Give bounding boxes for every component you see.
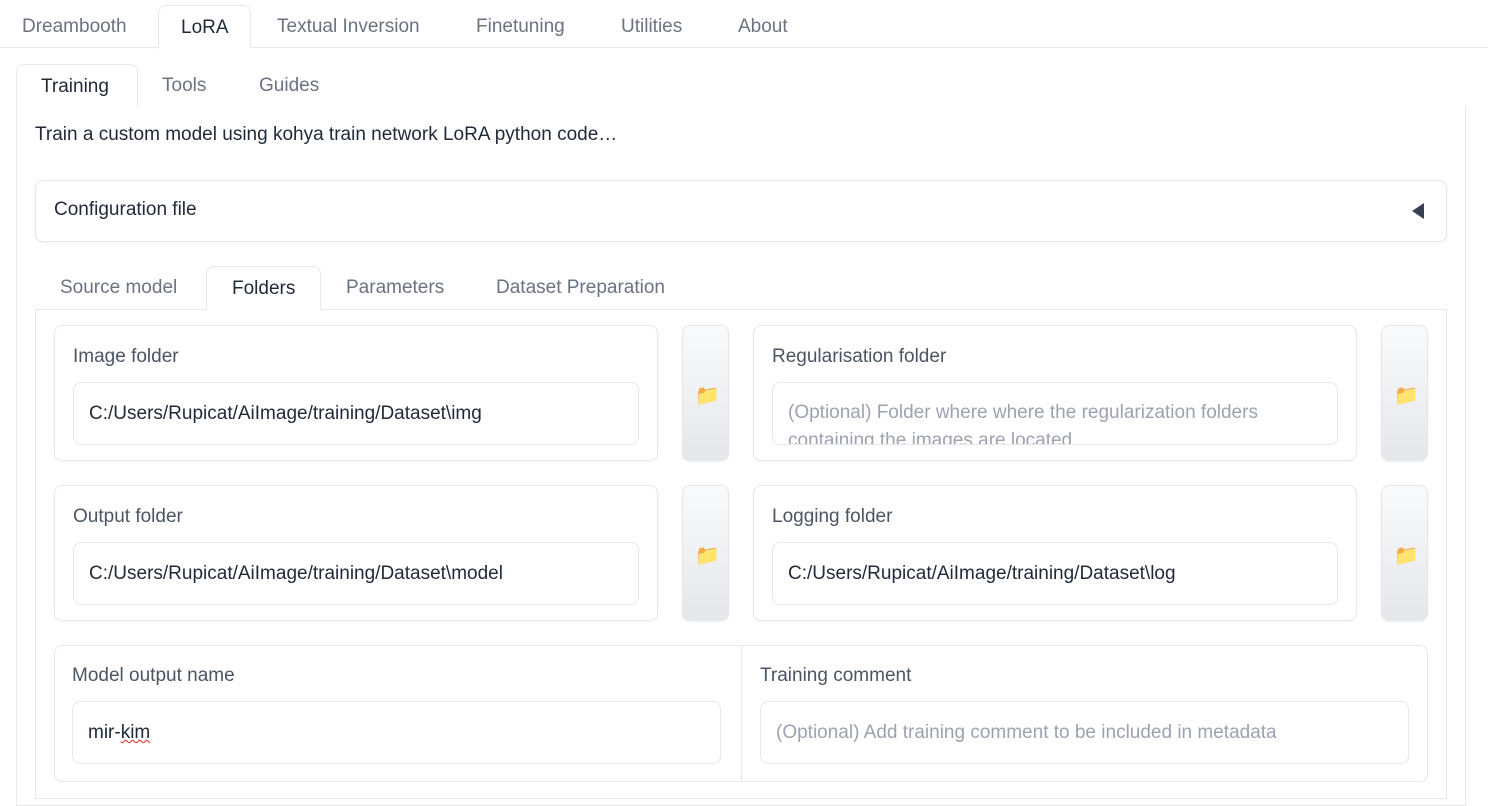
- reg-folder-block: Regularisation folder (Optional) Folder …: [753, 325, 1357, 461]
- model-output-name-label: Model output name: [72, 665, 235, 686]
- tab-parameters[interactable]: Parameters: [321, 266, 469, 310]
- main-tab-bar: Dreambooth LoRA Textual Inversion Finetu…: [0, 0, 1488, 49]
- training-comment-block: Training comment (Optional) Add training…: [742, 645, 1428, 782]
- folder-icon: 📁: [1394, 385, 1419, 407]
- training-description: Train a custom model using kohya train n…: [35, 124, 618, 145]
- logging-folder-browse-button[interactable]: 📁: [1381, 485, 1428, 621]
- folder-icon: 📁: [695, 385, 720, 407]
- folder-icon: 📁: [695, 545, 720, 567]
- subtab-tools[interactable]: Tools: [138, 64, 230, 107]
- configuration-file-accordion[interactable]: Configuration file: [35, 180, 1447, 242]
- training-comment-input[interactable]: (Optional) Add training comment to be in…: [760, 701, 1409, 764]
- training-comment-label: Training comment: [760, 665, 912, 686]
- model-output-name-block: Model output name mir-kim: [54, 645, 741, 782]
- image-folder-label: Image folder: [73, 346, 179, 367]
- tab-about[interactable]: About: [716, 5, 810, 48]
- output-folder-browse-button[interactable]: 📁: [682, 485, 729, 621]
- tab-dreambooth[interactable]: Dreambooth: [0, 5, 149, 48]
- caret-left-icon: [1412, 203, 1424, 219]
- output-folder-block: Output folder C:/Users/Rupicat/AiImage/t…: [54, 485, 658, 621]
- output-folder-label: Output folder: [73, 506, 183, 527]
- tab-folders[interactable]: Folders: [206, 266, 321, 310]
- tab-dataset-preparation[interactable]: Dataset Preparation: [471, 266, 690, 310]
- image-folder-input[interactable]: C:/Users/Rupicat/AiImage/training/Datase…: [73, 382, 639, 445]
- tab-textual-inversion[interactable]: Textual Inversion: [255, 5, 442, 48]
- model-output-name-input[interactable]: mir-kim: [72, 701, 721, 764]
- tab-utilities[interactable]: Utilities: [599, 5, 704, 48]
- logging-folder-label: Logging folder: [772, 506, 893, 527]
- image-folder-browse-button[interactable]: 📁: [682, 325, 729, 461]
- model-output-name-prefix: mir-: [88, 722, 121, 743]
- tab-source-model[interactable]: Source model: [35, 266, 202, 310]
- tab-finetuning[interactable]: Finetuning: [454, 5, 587, 48]
- accordion-label: Configuration file: [54, 199, 197, 220]
- reg-folder-label: Regularisation folder: [772, 346, 947, 367]
- logging-folder-input[interactable]: C:/Users/Rupicat/AiImage/training/Datase…: [772, 542, 1338, 605]
- model-output-name-misspelled: kim: [120, 722, 151, 743]
- reg-folder-browse-button[interactable]: 📁: [1381, 325, 1428, 461]
- image-folder-block: Image folder C:/Users/Rupicat/AiImage/tr…: [54, 325, 658, 461]
- subtab-guides[interactable]: Guides: [235, 64, 343, 107]
- logging-folder-block: Logging folder C:/Users/Rupicat/AiImage/…: [753, 485, 1357, 621]
- reg-folder-input[interactable]: (Optional) Folder where where the regula…: [772, 382, 1338, 445]
- folder-icon: 📁: [1394, 545, 1419, 567]
- subtab-training[interactable]: Training: [16, 64, 138, 108]
- tab-lora[interactable]: LoRA: [158, 5, 251, 49]
- output-folder-input[interactable]: C:/Users/Rupicat/AiImage/training/Datase…: [73, 542, 639, 605]
